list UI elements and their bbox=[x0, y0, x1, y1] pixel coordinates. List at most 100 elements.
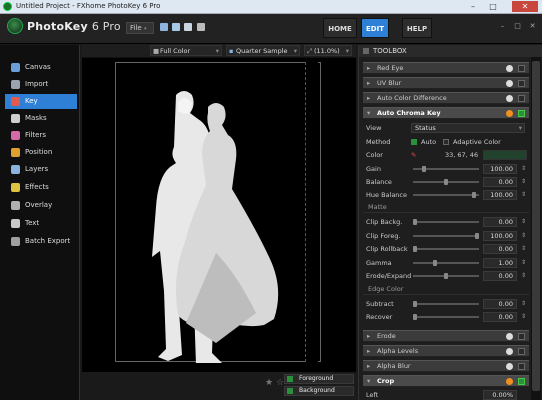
file-menu[interactable]: File ▾ bbox=[126, 22, 154, 34]
enable-checkbox[interactable] bbox=[518, 95, 525, 102]
sidebar-item-text[interactable]: Text bbox=[5, 216, 77, 231]
spinner-icon[interactable]: ⇕ bbox=[519, 177, 528, 187]
adaptive-color-checkbox[interactable] bbox=[443, 139, 449, 145]
sidebar-item-canvas[interactable]: Canvas bbox=[5, 60, 77, 75]
reset-icon[interactable] bbox=[506, 362, 513, 370]
param-value-field[interactable]: 0.00 bbox=[483, 217, 517, 227]
reset-icon[interactable] bbox=[506, 332, 513, 340]
layer-visible-icon[interactable] bbox=[287, 388, 293, 394]
view-select[interactable]: Status ▾ bbox=[411, 123, 525, 133]
enable-checkbox[interactable] bbox=[518, 377, 525, 385]
favorite-star-icon[interactable]: ★ bbox=[265, 378, 273, 388]
panel-close-icon[interactable]: ✕ bbox=[528, 22, 537, 31]
section-auto-color-difference[interactable]: ▸ Auto Color Difference bbox=[363, 92, 529, 104]
section-uv-blur[interactable]: ▸ UV Blur bbox=[363, 77, 529, 89]
spinner-icon[interactable]: ⇕ bbox=[519, 164, 528, 174]
sidebar-item-overlay[interactable]: Overlay bbox=[5, 198, 77, 213]
param-value-field[interactable]: 0.00 bbox=[483, 298, 517, 309]
param-slider[interactable] bbox=[413, 300, 479, 307]
export-icon[interactable] bbox=[184, 23, 192, 31]
slider-knob[interactable] bbox=[413, 300, 417, 307]
layer-background[interactable]: Background bbox=[284, 386, 354, 396]
open-icon[interactable] bbox=[172, 23, 180, 31]
slider-knob[interactable] bbox=[472, 192, 476, 198]
spinner-icon[interactable]: ⇕ bbox=[519, 299, 528, 309]
section-alpha-blur[interactable]: ▸ Alpha Blur bbox=[363, 359, 529, 372]
close-button[interactable]: ✕ bbox=[512, 1, 538, 12]
sidebar-item-batch-export[interactable]: Batch Export bbox=[5, 234, 77, 249]
collapse-arrow-icon[interactable]: ▸ bbox=[367, 331, 370, 342]
eyedropper-icon[interactable]: ✎ bbox=[411, 149, 416, 161]
sidebar-item-position[interactable]: Position bbox=[5, 145, 77, 160]
slider-knob[interactable] bbox=[413, 314, 417, 320]
enable-checkbox[interactable] bbox=[518, 110, 525, 117]
sidebar-item-layers[interactable]: Layers bbox=[5, 162, 77, 177]
param-slider[interactable] bbox=[413, 179, 479, 185]
section-alpha-levels[interactable]: ▸ Alpha Levels bbox=[363, 344, 529, 357]
spinner-icon[interactable]: ⇕ bbox=[519, 244, 528, 254]
enable-checkbox[interactable] bbox=[518, 65, 525, 72]
param-value-field[interactable]: 100.00 bbox=[483, 190, 517, 200]
layer-visible-icon[interactable] bbox=[287, 376, 293, 382]
sidebar-item-import[interactable]: Import bbox=[5, 77, 77, 92]
reset-icon[interactable] bbox=[506, 377, 513, 385]
sidebar-item-effects[interactable]: Effects bbox=[5, 180, 77, 195]
enable-checkbox[interactable] bbox=[518, 332, 525, 340]
section-crop[interactable]: ▾ Crop bbox=[363, 374, 529, 387]
param-slider[interactable] bbox=[413, 192, 479, 198]
param-value-field[interactable]: 1.00 bbox=[483, 257, 517, 268]
slider-knob[interactable] bbox=[444, 273, 448, 279]
tab-edit[interactable]: EDIT bbox=[361, 18, 389, 38]
param-slider[interactable] bbox=[413, 273, 479, 279]
param-slider[interactable] bbox=[413, 232, 479, 239]
color-mode-select[interactable]: ■ Full Color ▾ bbox=[150, 45, 222, 56]
reset-icon[interactable] bbox=[506, 347, 513, 355]
slider-knob[interactable] bbox=[433, 259, 437, 266]
collapse-arrow-icon[interactable]: ▸ bbox=[367, 78, 370, 89]
layer-foreground[interactable]: Foreground bbox=[284, 374, 354, 384]
minimize-button[interactable]: – bbox=[464, 1, 482, 12]
param-value-field[interactable]: 0.00 bbox=[483, 177, 517, 187]
tab-help[interactable]: HELP bbox=[402, 18, 432, 38]
param-slider[interactable] bbox=[413, 219, 479, 225]
panel-minimize-icon[interactable]: – bbox=[498, 22, 507, 31]
spinner-icon[interactable]: ⇕ bbox=[519, 190, 528, 200]
reset-icon[interactable] bbox=[506, 95, 513, 102]
enable-checkbox[interactable] bbox=[518, 80, 525, 87]
param-value-field[interactable]: 100.00 bbox=[483, 164, 517, 174]
crop-left-field[interactable]: 0.00% bbox=[483, 389, 517, 400]
param-value-field[interactable]: 100.00 bbox=[483, 230, 517, 241]
spinner-icon[interactable]: ⇕ bbox=[519, 258, 528, 268]
toolbox-scrollbar[interactable] bbox=[531, 57, 541, 400]
expand-arrow-icon[interactable]: ▾ bbox=[367, 108, 370, 119]
collapse-arrow-icon[interactable]: ▸ bbox=[367, 346, 370, 357]
param-value-field[interactable]: 0.00 bbox=[483, 312, 517, 322]
slider-knob[interactable] bbox=[413, 246, 417, 252]
section-red-eye[interactable]: ▸ Red Eye bbox=[363, 62, 529, 74]
spinner-icon[interactable]: ⇕ bbox=[519, 231, 528, 241]
slider-knob[interactable] bbox=[475, 232, 479, 239]
sidebar-item-key[interactable]: Key bbox=[5, 94, 77, 109]
spinner-icon[interactable]: ⇕ bbox=[519, 271, 528, 281]
auto-checkbox[interactable] bbox=[411, 139, 417, 145]
param-slider[interactable] bbox=[413, 166, 479, 172]
color-swatch[interactable] bbox=[483, 150, 527, 160]
zoom-select[interactable]: ⤢ (11.0%) ▾ bbox=[304, 45, 352, 56]
sidebar-item-masks[interactable]: Masks bbox=[5, 111, 77, 126]
reset-icon[interactable] bbox=[506, 80, 513, 87]
image-canvas[interactable] bbox=[82, 58, 356, 372]
tab-home[interactable]: HOME bbox=[323, 18, 357, 38]
collapse-arrow-icon[interactable]: ▸ bbox=[367, 361, 370, 372]
collapse-arrow-icon[interactable]: ▸ bbox=[367, 63, 370, 74]
slider-knob[interactable] bbox=[422, 166, 426, 172]
enable-checkbox[interactable] bbox=[518, 362, 525, 370]
enable-checkbox[interactable] bbox=[518, 347, 525, 355]
sidebar-item-filters[interactable]: Filters bbox=[5, 128, 77, 143]
param-slider[interactable] bbox=[413, 314, 479, 320]
spinner-icon[interactable]: ⇕ bbox=[519, 217, 528, 227]
maximize-button[interactable]: □ bbox=[484, 1, 502, 12]
reset-icon[interactable] bbox=[506, 65, 513, 72]
param-value-field[interactable]: 0.00 bbox=[483, 271, 517, 281]
collapse-arrow-icon[interactable]: ▸ bbox=[367, 93, 370, 104]
star-outline-icon[interactable]: ☆ bbox=[276, 378, 284, 388]
